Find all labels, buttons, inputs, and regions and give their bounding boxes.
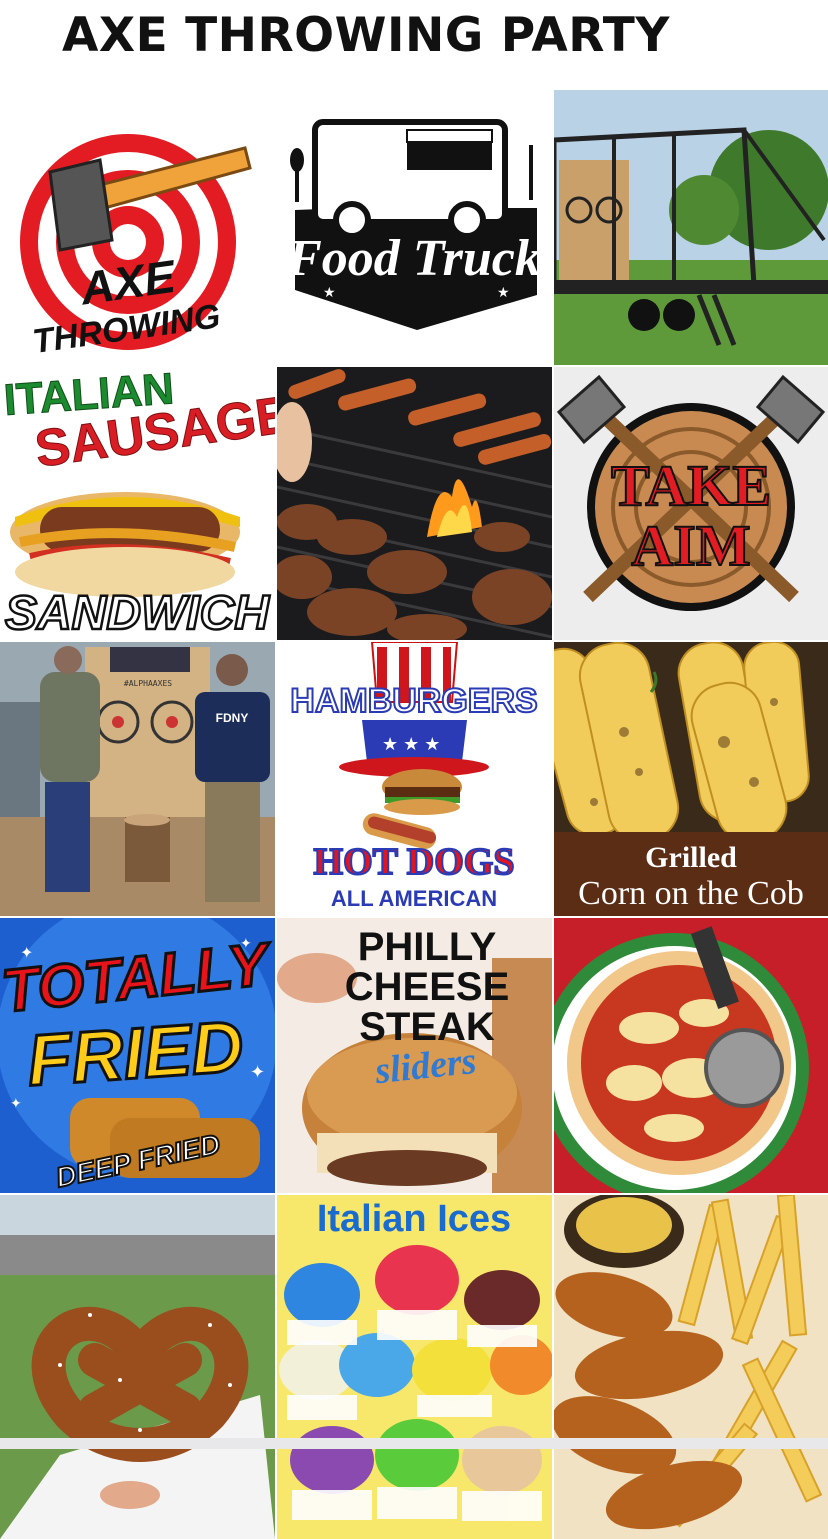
take-aim-logo-image[interactable]: TAKE AIM (554, 367, 828, 640)
axe-throwing-logo-image[interactable]: AXE THROWING (0, 90, 275, 365)
totally-fried-graphic: ✦✦✦✦ TOTALLY FRIED DEEP FRIED (0, 918, 275, 1193)
cheese-label: CHEESE (345, 965, 510, 1009)
grilled-corn-image[interactable]: Grilled Corn on the Cob (554, 642, 828, 916)
axe-throwing-graphic: AXE THROWING (0, 90, 275, 365)
svg-text:✦: ✦ (250, 1062, 265, 1082)
axe-throwers-photo[interactable]: #ALPHAAXES FDNY (0, 642, 275, 916)
svg-text:✦: ✦ (10, 1095, 22, 1111)
totally-fried-image[interactable]: ✦ ✦ ✦ ✦ TOTALLY FRIED DEEP FRIED (0, 918, 275, 1193)
chicken-fries-graphic (554, 1195, 828, 1539)
grill-photo[interactable] (277, 367, 552, 640)
philly-cheesesteak-sliders-image[interactable]: PHILLY CHEESE STEAK sliders (277, 918, 552, 1193)
pizza-image[interactable] (554, 918, 828, 1193)
sausage-graphic: ITALIAN SAUSAGE SANDWICH (0, 367, 275, 640)
food-truck-logo-image[interactable]: Food Truck ★ ★ (277, 90, 552, 365)
food-truck-label: Food Truck (286, 230, 541, 287)
corn-graphic: Grilled Corn on the Cob (554, 642, 828, 916)
svg-text:★ ★ ★: ★ ★ ★ (382, 734, 440, 754)
italian-sausage-sandwich-image[interactable]: ITALIAN SAUSAGE SANDWICH (0, 367, 275, 640)
hamburgers-graphic: HAMBURGERS ★ ★ ★ HOT DOGS ALL AMERICAN (277, 642, 552, 916)
hamburgers-label: HAMBURGERS (290, 682, 537, 720)
page-title: AXE THROWING PARTY (62, 8, 670, 63)
header: AXE THROWING PARTY (0, 0, 828, 88)
grilled-label: Grilled (645, 841, 737, 874)
trailer-graphic (554, 90, 828, 365)
pizza-graphic (554, 918, 828, 1193)
pretzel-photo[interactable] (0, 1195, 275, 1539)
hot-dogs-label: HOT DOGS (314, 841, 515, 883)
chicken-tenders-fries-image[interactable] (554, 1195, 828, 1539)
aim-label: AIM (631, 513, 750, 578)
throwers-graphic: #ALPHAAXES FDNY (0, 642, 275, 916)
fdny-label: FDNY (216, 711, 249, 725)
axe-throwing-trailer-photo[interactable] (554, 90, 828, 365)
take-label: TAKE (611, 453, 771, 518)
sandwich-label: SANDWICH (5, 587, 270, 640)
fried-label: FRIED (25, 1007, 246, 1102)
steak-label: STEAK (359, 1005, 495, 1049)
italian-ices-image[interactable]: Italian Ices (277, 1195, 552, 1539)
take-aim-graphic: TAKE AIM (554, 367, 828, 640)
image-grid: AXE THROWING Food Truck ★ ★ ITALIAN SAUS… (0, 90, 828, 1539)
pretzel-graphic (0, 1195, 275, 1539)
bottom-edge-bar (0, 1438, 828, 1449)
sign-label: #ALPHAAXES (124, 679, 172, 688)
philly-label: PHILLY (358, 925, 497, 969)
italian-ices-graphic: Italian Ices (277, 1195, 552, 1539)
philly-graphic: PHILLY CHEESE STEAK sliders (277, 918, 552, 1193)
grill-graphic (277, 367, 552, 640)
italian-ices-label: Italian Ices (317, 1198, 511, 1240)
hamburgers-hot-dogs-image[interactable]: HAMBURGERS ★ ★ ★ HOT DOGS ALL AMERICAN (277, 642, 552, 916)
all-american-label: ALL AMERICAN (331, 886, 497, 911)
svg-text:★: ★ (497, 284, 510, 300)
corn-on-cob-label: Corn on the Cob (578, 875, 804, 912)
food-truck-graphic: Food Truck ★ ★ (277, 90, 552, 365)
svg-text:★: ★ (323, 284, 336, 300)
